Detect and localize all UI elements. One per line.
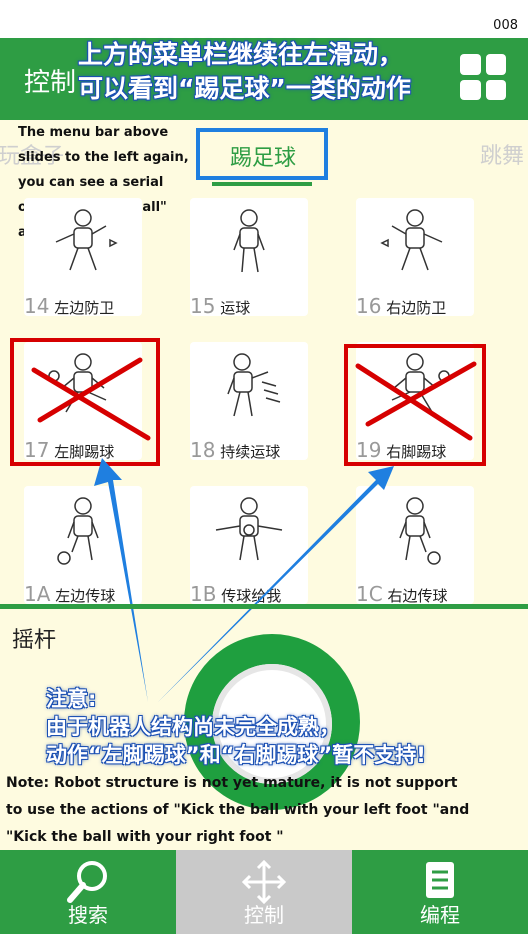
cross-mark-right <box>365 361 477 427</box>
grid-cell-icon <box>460 54 481 75</box>
section-divider <box>0 604 528 609</box>
annotation-note-en: Note: Robot structure is not yet mature,… <box>6 775 470 845</box>
nav-label: 搜索 <box>68 903 108 927</box>
bottom-nav: 搜索 控制 编程 <box>0 850 528 934</box>
annotation-arrow-left <box>94 458 148 702</box>
annotation-caption-cn: 上方的菜单栏继续往左滑动， 可以看到“踢足球”一类的动作 <box>78 40 411 103</box>
grid-cell-icon <box>485 54 506 75</box>
nav-label: 编程 <box>420 903 460 927</box>
grid-cell-icon <box>485 79 506 100</box>
cross-mark-left <box>37 357 143 423</box>
cross-mark-left <box>31 367 151 441</box>
nav-control[interactable]: 控制 <box>176 850 352 934</box>
grid-menu-button[interactable] <box>460 54 506 100</box>
grid-cell-icon <box>460 79 481 100</box>
nav-label: 控制 <box>244 903 284 927</box>
nav-search[interactable]: 搜索 <box>0 850 176 934</box>
page-number: 008 <box>493 18 518 33</box>
joystick-label: 摇杆 <box>12 628 57 653</box>
nav-programming[interactable]: 编程 <box>352 850 528 934</box>
page-title: 控制 <box>24 68 77 98</box>
app-header: 控制 上方的菜单栏继续往左滑动， 可以看到“踢足球”一类的动作 <box>0 38 528 120</box>
annotation-note-cn: 注意: 由于机器人结构尚未完全成熟， 动作“左脚踢球”和“右脚踢球”暂不支持! <box>46 687 426 767</box>
